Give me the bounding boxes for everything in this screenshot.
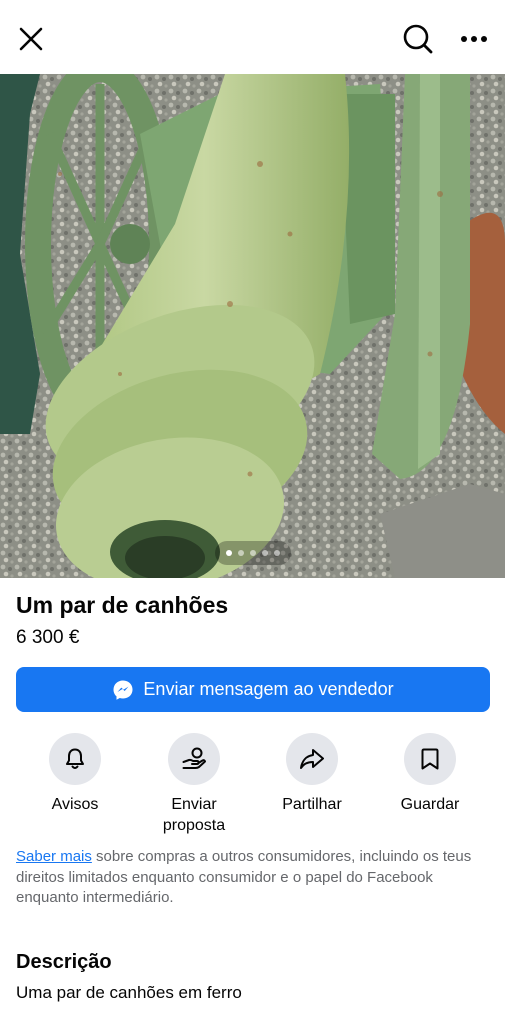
share-button[interactable] (286, 733, 338, 785)
consumer-info-text: Saber mais sobre compras a outros consum… (16, 847, 492, 909)
share-icon (300, 749, 324, 769)
save-label: Guardar (400, 796, 460, 813)
send-offer-button[interactable] (168, 733, 220, 785)
carousel-dot-1 (226, 550, 232, 556)
cannon-image (0, 74, 505, 578)
send-offer-label: Enviar proposta (162, 796, 226, 834)
bell-icon (66, 748, 84, 769)
listing-price: 6 300 € (16, 627, 80, 648)
alerts-button[interactable] (49, 733, 101, 785)
message-seller-button[interactable]: Enviar mensagem ao vendedor (16, 667, 490, 712)
top-bar (0, 0, 505, 74)
close-icon (19, 27, 43, 51)
alerts-label: Avisos (51, 796, 99, 813)
save-button[interactable] (404, 733, 456, 785)
search-icon (403, 24, 433, 54)
description-heading: Descrição (16, 951, 112, 973)
carousel-dot-2 (238, 550, 244, 556)
send-offer-action[interactable]: Enviar proposta (139, 733, 249, 836)
carousel-dot-5 (274, 550, 280, 556)
search-button[interactable] (396, 17, 440, 61)
more-icon (461, 36, 487, 42)
share-action[interactable]: Partilhar (257, 733, 367, 815)
description-text: Uma par de canhões em ferro (16, 983, 242, 1002)
share-label: Partilhar (282, 796, 342, 813)
more-options-button[interactable] (452, 17, 496, 61)
save-action[interactable]: Guardar (375, 733, 485, 815)
listing-photo[interactable] (0, 74, 505, 578)
close-button[interactable] (9, 17, 53, 61)
bookmark-icon (421, 748, 439, 770)
carousel-dot-3 (250, 550, 256, 556)
alerts-action[interactable]: Avisos (20, 733, 130, 815)
listing-title: Um par de canhões (16, 592, 229, 618)
messenger-icon (113, 680, 133, 700)
learn-more-link[interactable]: Saber mais (16, 848, 92, 865)
offer-icon (182, 747, 206, 769)
message-seller-label: Enviar mensagem ao vendedor (143, 679, 394, 699)
action-row: Avisos Enviar proposta Partilhar Guardar (0, 733, 505, 836)
carousel-dot-4 (262, 550, 268, 556)
photo-carousel-indicator (215, 541, 291, 565)
